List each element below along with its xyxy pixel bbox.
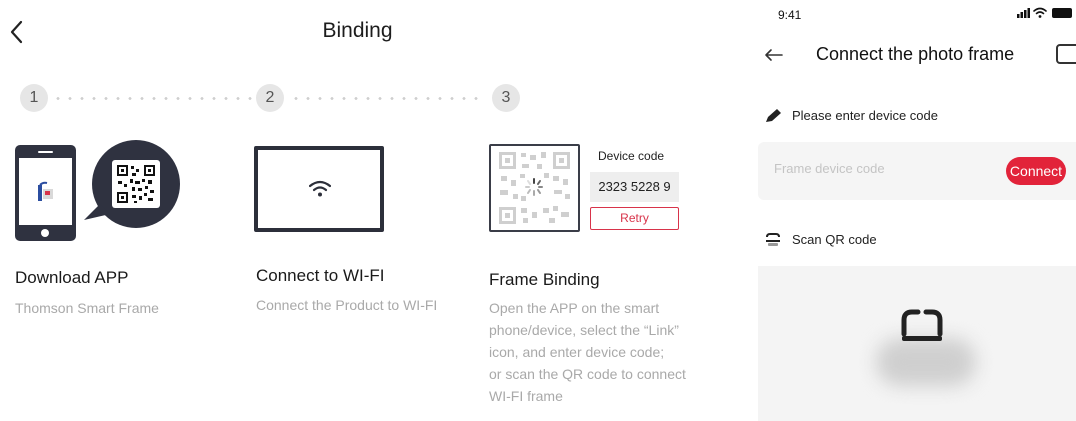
app-logo-icon bbox=[38, 181, 53, 201]
frame-binding-description: Open the APP on the smart phone/device, … bbox=[489, 297, 686, 407]
description-line: phone/device, select the “Link” bbox=[489, 322, 679, 338]
retry-button[interactable]: Retry bbox=[590, 207, 679, 230]
step-divider-1 bbox=[52, 97, 252, 100]
binding-panel: Binding 1 2 3 Device code 2323 5228 9 Re… bbox=[0, 0, 740, 421]
step-divider-2 bbox=[290, 97, 486, 100]
description-line: Open the APP on the smart bbox=[489, 300, 660, 316]
device-code-label: Device code bbox=[598, 149, 665, 163]
scan-icon bbox=[901, 309, 943, 341]
device-code-input[interactable] bbox=[774, 161, 994, 176]
wifi-status-icon bbox=[1033, 7, 1047, 15]
phone-icon bbox=[15, 145, 76, 241]
signal-icon bbox=[1017, 8, 1030, 18]
loading-spinner-icon bbox=[525, 178, 543, 196]
pencil-icon bbox=[766, 109, 781, 122]
device-code-value: 2323 5228 9 bbox=[590, 172, 679, 202]
battery-icon bbox=[1052, 8, 1072, 18]
description-line: or scan the QR code to connect bbox=[489, 366, 686, 382]
qr-bubble-icon bbox=[84, 140, 180, 228]
status-bar-icons bbox=[1017, 7, 1072, 18]
wifi-icon bbox=[309, 180, 331, 197]
screen-title: Connect the photo frame bbox=[816, 44, 1015, 64]
enter-code-label: Please enter device code bbox=[792, 108, 938, 123]
download-app-subtitle: Thomson Smart Frame bbox=[15, 300, 159, 316]
back-arrow-icon[interactable] bbox=[764, 48, 784, 62]
step-2: 2 bbox=[256, 84, 284, 112]
frame-binding-title: Frame Binding bbox=[489, 270, 600, 289]
description-line: icon, and enter device code; bbox=[489, 344, 665, 360]
connect-wifi-subtitle: Connect the Product to WI-FI bbox=[256, 297, 438, 313]
connect-wifi-title: Connect to WI-FI bbox=[256, 266, 385, 285]
step-1: 1 bbox=[20, 84, 48, 112]
qr-scan-area[interactable] bbox=[758, 266, 1076, 421]
connect-photo-frame-screen: 9:41 Connect the photo frame Please ente… bbox=[740, 0, 1076, 421]
photo-frame-icon bbox=[254, 146, 384, 232]
description-line: WI-FI frame bbox=[489, 388, 563, 404]
frame-outline-icon[interactable] bbox=[1056, 44, 1076, 64]
page-title: Binding bbox=[322, 19, 393, 42]
scan-qr-label: Scan QR code bbox=[792, 232, 877, 247]
scan-small-icon bbox=[766, 233, 780, 246]
step-3: 3 bbox=[492, 84, 520, 112]
download-app-title: Download APP bbox=[15, 268, 129, 287]
status-time: 9:41 bbox=[778, 8, 802, 22]
device-code-field: Connect bbox=[758, 142, 1076, 200]
connect-button[interactable]: Connect bbox=[1006, 157, 1066, 185]
qr-code-icon bbox=[489, 144, 580, 232]
